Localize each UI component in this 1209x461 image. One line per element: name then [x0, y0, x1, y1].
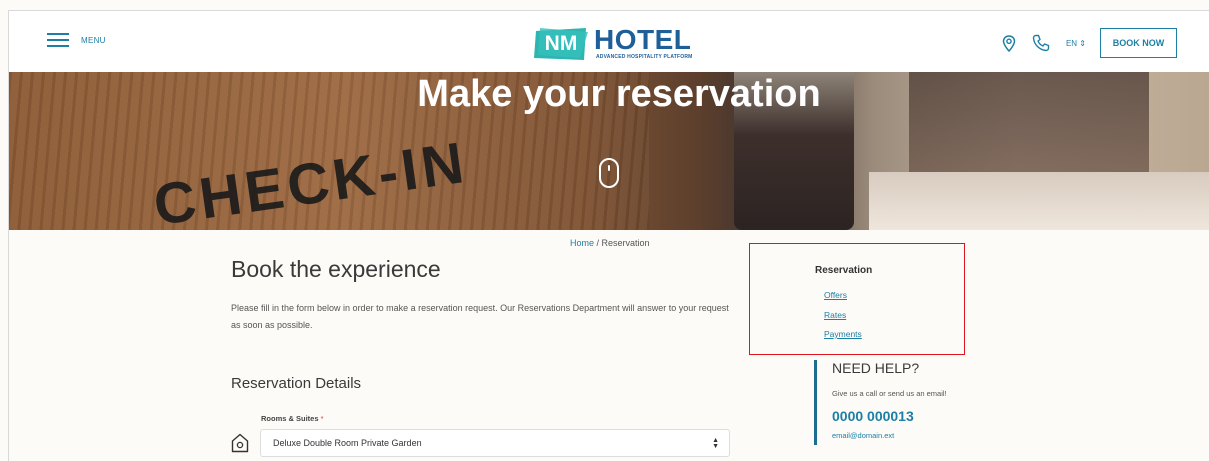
help-accent-bar — [814, 360, 817, 445]
mouse-scroll-icon[interactable] — [599, 158, 619, 188]
logo-nm-badge: NM — [534, 28, 588, 60]
home-icon — [231, 433, 249, 453]
menu-label: MENU — [81, 35, 106, 45]
sidebar-link-rates[interactable]: Rates — [824, 310, 846, 320]
intro-text: Please fill in the form below in order t… — [231, 303, 729, 330]
map-pin-icon[interactable] — [1000, 34, 1018, 52]
breadcrumb-current: Reservation — [601, 238, 650, 248]
menu-button[interactable]: MENU — [47, 33, 106, 47]
phone-icon[interactable] — [1032, 34, 1050, 52]
help-title: NEED HELP? — [832, 360, 920, 376]
help-phone-link[interactable]: 0000 000013 — [832, 408, 914, 424]
header-actions: EN ⇕ BOOK NOW — [1000, 28, 1177, 58]
breadcrumb: Home / Reservation — [570, 238, 650, 248]
select-arrows-icon: ▲ ▼ — [712, 437, 719, 450]
logo-tagline: ADVANCED HOSPITALITY PLATFORM — [596, 54, 693, 60]
rooms-select[interactable]: Deluxe Double Room Private Garden ▲ ▼ — [260, 429, 730, 457]
rooms-field-label: Rooms & Suites * — [261, 414, 324, 423]
section-title: Reservation Details — [231, 375, 362, 392]
page-title: Book the experience — [231, 256, 441, 282]
hotel-logo[interactable]: NM HOTEL ADVANCED HOSPITALITY PLATFORM — [534, 24, 694, 64]
logo-hotel-text: HOTEL — [594, 24, 692, 55]
breadcrumb-home-link[interactable]: Home — [570, 238, 594, 248]
sidebar-link-offers[interactable]: Offers — [824, 290, 847, 300]
hero-title: Make your reservation — [417, 73, 821, 115]
rooms-select-value: Deluxe Double Room Private Garden — [273, 438, 422, 448]
site-header: MENU NM HOTEL ADVANCED HOSPITALITY PLATF… — [9, 11, 1209, 72]
sidebar-link-payments[interactable]: Payments — [824, 329, 862, 339]
breadcrumb-separator: / — [594, 238, 602, 248]
help-subtitle: Give us a call or send us an email! — [832, 389, 947, 398]
hero-banner: CHECK-IN Make your reservation — [9, 72, 1209, 230]
language-selector[interactable]: EN ⇕ — [1066, 39, 1086, 48]
book-now-button[interactable]: BOOK NOW — [1100, 28, 1177, 58]
required-mark: * — [320, 414, 324, 423]
help-email-link[interactable]: email@domain.ext — [832, 431, 894, 440]
hamburger-icon — [47, 33, 69, 47]
page: MENU NM HOTEL ADVANCED HOSPITALITY PLATF… — [0, 0, 1209, 461]
hero-floor — [869, 172, 1209, 230]
sidebar-title: Reservation — [815, 265, 873, 276]
